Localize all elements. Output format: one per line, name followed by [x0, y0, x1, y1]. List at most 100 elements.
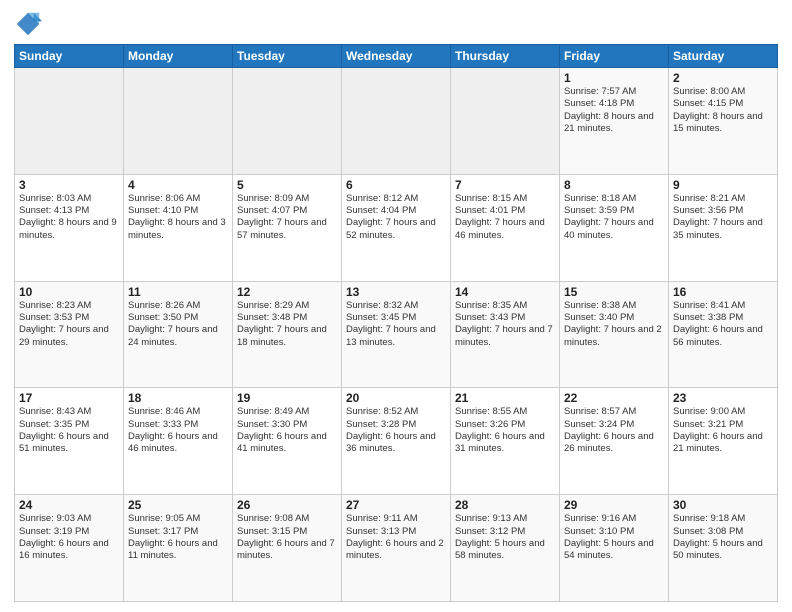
calendar-cell: 18Sunrise: 8:46 AMSunset: 3:33 PMDayligh…	[124, 388, 233, 495]
day-info: Sunrise: 8:26 AMSunset: 3:50 PMDaylight:…	[128, 300, 228, 349]
day-number: 30	[673, 498, 773, 512]
day-info: Sunrise: 8:21 AMSunset: 3:56 PMDaylight:…	[673, 193, 773, 242]
day-number: 12	[237, 285, 337, 299]
calendar-cell: 24Sunrise: 9:03 AMSunset: 3:19 PMDayligh…	[15, 495, 124, 602]
day-number: 5	[237, 178, 337, 192]
day-info: Sunrise: 8:12 AMSunset: 4:04 PMDaylight:…	[346, 193, 446, 242]
day-number: 11	[128, 285, 228, 299]
day-info: Sunrise: 8:03 AMSunset: 4:13 PMDaylight:…	[19, 193, 119, 242]
day-number: 23	[673, 391, 773, 405]
day-number: 24	[19, 498, 119, 512]
calendar-cell: 9Sunrise: 8:21 AMSunset: 3:56 PMDaylight…	[669, 174, 778, 281]
calendar-cell	[342, 68, 451, 175]
calendar: SundayMondayTuesdayWednesdayThursdayFrid…	[14, 44, 778, 602]
day-info: Sunrise: 8:09 AMSunset: 4:07 PMDaylight:…	[237, 193, 337, 242]
calendar-cell: 27Sunrise: 9:11 AMSunset: 3:13 PMDayligh…	[342, 495, 451, 602]
calendar-cell: 16Sunrise: 8:41 AMSunset: 3:38 PMDayligh…	[669, 281, 778, 388]
day-number: 4	[128, 178, 228, 192]
header-cell-wednesday: Wednesday	[342, 45, 451, 68]
day-info: Sunrise: 9:03 AMSunset: 3:19 PMDaylight:…	[19, 513, 119, 562]
day-number: 10	[19, 285, 119, 299]
calendar-cell: 28Sunrise: 9:13 AMSunset: 3:12 PMDayligh…	[451, 495, 560, 602]
calendar-cell: 26Sunrise: 9:08 AMSunset: 3:15 PMDayligh…	[233, 495, 342, 602]
day-number: 25	[128, 498, 228, 512]
day-number: 3	[19, 178, 119, 192]
day-info: Sunrise: 8:35 AMSunset: 3:43 PMDaylight:…	[455, 300, 555, 349]
week-row-2: 10Sunrise: 8:23 AMSunset: 3:53 PMDayligh…	[15, 281, 778, 388]
day-info: Sunrise: 9:11 AMSunset: 3:13 PMDaylight:…	[346, 513, 446, 562]
day-info: Sunrise: 9:00 AMSunset: 3:21 PMDaylight:…	[673, 406, 773, 455]
calendar-cell: 1Sunrise: 7:57 AMSunset: 4:18 PMDaylight…	[560, 68, 669, 175]
calendar-cell: 7Sunrise: 8:15 AMSunset: 4:01 PMDaylight…	[451, 174, 560, 281]
calendar-cell: 10Sunrise: 8:23 AMSunset: 3:53 PMDayligh…	[15, 281, 124, 388]
day-info: Sunrise: 8:15 AMSunset: 4:01 PMDaylight:…	[455, 193, 555, 242]
day-info: Sunrise: 8:41 AMSunset: 3:38 PMDaylight:…	[673, 300, 773, 349]
calendar-cell	[15, 68, 124, 175]
calendar-cell	[124, 68, 233, 175]
day-info: Sunrise: 8:18 AMSunset: 3:59 PMDaylight:…	[564, 193, 664, 242]
week-row-3: 17Sunrise: 8:43 AMSunset: 3:35 PMDayligh…	[15, 388, 778, 495]
calendar-cell: 11Sunrise: 8:26 AMSunset: 3:50 PMDayligh…	[124, 281, 233, 388]
calendar-cell	[451, 68, 560, 175]
logo	[14, 10, 46, 38]
header-cell-tuesday: Tuesday	[233, 45, 342, 68]
day-number: 2	[673, 71, 773, 85]
calendar-body: 1Sunrise: 7:57 AMSunset: 4:18 PMDaylight…	[15, 68, 778, 602]
day-number: 26	[237, 498, 337, 512]
header-cell-saturday: Saturday	[669, 45, 778, 68]
day-info: Sunrise: 8:32 AMSunset: 3:45 PMDaylight:…	[346, 300, 446, 349]
week-row-0: 1Sunrise: 7:57 AMSunset: 4:18 PMDaylight…	[15, 68, 778, 175]
header-cell-friday: Friday	[560, 45, 669, 68]
calendar-cell: 6Sunrise: 8:12 AMSunset: 4:04 PMDaylight…	[342, 174, 451, 281]
day-number: 21	[455, 391, 555, 405]
calendar-cell: 2Sunrise: 8:00 AMSunset: 4:15 PMDaylight…	[669, 68, 778, 175]
calendar-cell: 19Sunrise: 8:49 AMSunset: 3:30 PMDayligh…	[233, 388, 342, 495]
page: SundayMondayTuesdayWednesdayThursdayFrid…	[0, 0, 792, 612]
calendar-cell: 13Sunrise: 8:32 AMSunset: 3:45 PMDayligh…	[342, 281, 451, 388]
header-cell-monday: Monday	[124, 45, 233, 68]
header	[14, 10, 778, 38]
day-info: Sunrise: 8:57 AMSunset: 3:24 PMDaylight:…	[564, 406, 664, 455]
day-info: Sunrise: 8:06 AMSunset: 4:10 PMDaylight:…	[128, 193, 228, 242]
calendar-header: SundayMondayTuesdayWednesdayThursdayFrid…	[15, 45, 778, 68]
day-number: 9	[673, 178, 773, 192]
day-info: Sunrise: 8:52 AMSunset: 3:28 PMDaylight:…	[346, 406, 446, 455]
day-info: Sunrise: 9:05 AMSunset: 3:17 PMDaylight:…	[128, 513, 228, 562]
day-info: Sunrise: 9:13 AMSunset: 3:12 PMDaylight:…	[455, 513, 555, 562]
calendar-cell: 12Sunrise: 8:29 AMSunset: 3:48 PMDayligh…	[233, 281, 342, 388]
day-number: 29	[564, 498, 664, 512]
header-cell-sunday: Sunday	[15, 45, 124, 68]
day-number: 8	[564, 178, 664, 192]
header-row: SundayMondayTuesdayWednesdayThursdayFrid…	[15, 45, 778, 68]
day-number: 16	[673, 285, 773, 299]
calendar-cell: 21Sunrise: 8:55 AMSunset: 3:26 PMDayligh…	[451, 388, 560, 495]
header-cell-thursday: Thursday	[451, 45, 560, 68]
day-number: 14	[455, 285, 555, 299]
day-number: 13	[346, 285, 446, 299]
calendar-cell: 4Sunrise: 8:06 AMSunset: 4:10 PMDaylight…	[124, 174, 233, 281]
day-info: Sunrise: 8:55 AMSunset: 3:26 PMDaylight:…	[455, 406, 555, 455]
calendar-cell: 17Sunrise: 8:43 AMSunset: 3:35 PMDayligh…	[15, 388, 124, 495]
day-info: Sunrise: 9:16 AMSunset: 3:10 PMDaylight:…	[564, 513, 664, 562]
calendar-cell: 15Sunrise: 8:38 AMSunset: 3:40 PMDayligh…	[560, 281, 669, 388]
week-row-1: 3Sunrise: 8:03 AMSunset: 4:13 PMDaylight…	[15, 174, 778, 281]
calendar-cell: 8Sunrise: 8:18 AMSunset: 3:59 PMDaylight…	[560, 174, 669, 281]
day-number: 15	[564, 285, 664, 299]
week-row-4: 24Sunrise: 9:03 AMSunset: 3:19 PMDayligh…	[15, 495, 778, 602]
day-info: Sunrise: 8:00 AMSunset: 4:15 PMDaylight:…	[673, 86, 773, 135]
day-info: Sunrise: 7:57 AMSunset: 4:18 PMDaylight:…	[564, 86, 664, 135]
day-number: 20	[346, 391, 446, 405]
day-info: Sunrise: 9:08 AMSunset: 3:15 PMDaylight:…	[237, 513, 337, 562]
day-info: Sunrise: 9:18 AMSunset: 3:08 PMDaylight:…	[673, 513, 773, 562]
calendar-cell	[233, 68, 342, 175]
day-number: 27	[346, 498, 446, 512]
day-number: 7	[455, 178, 555, 192]
calendar-cell: 5Sunrise: 8:09 AMSunset: 4:07 PMDaylight…	[233, 174, 342, 281]
calendar-cell: 30Sunrise: 9:18 AMSunset: 3:08 PMDayligh…	[669, 495, 778, 602]
day-number: 28	[455, 498, 555, 512]
day-info: Sunrise: 8:38 AMSunset: 3:40 PMDaylight:…	[564, 300, 664, 349]
calendar-cell: 14Sunrise: 8:35 AMSunset: 3:43 PMDayligh…	[451, 281, 560, 388]
day-number: 18	[128, 391, 228, 405]
day-number: 1	[564, 71, 664, 85]
day-number: 19	[237, 391, 337, 405]
